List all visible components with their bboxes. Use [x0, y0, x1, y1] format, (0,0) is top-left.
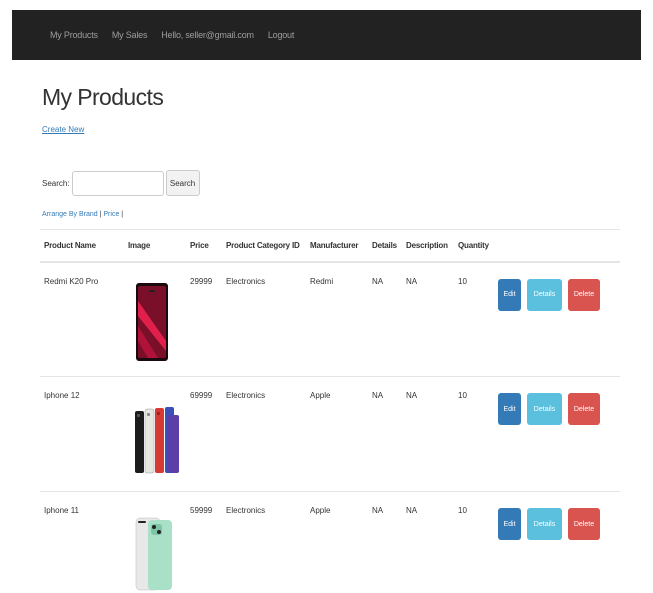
delete-button[interactable]: Delete: [568, 278, 600, 311]
products-table: Product Name Image Price Product Categor…: [40, 229, 620, 593]
cell-image: [124, 261, 186, 377]
red-phone-image: [136, 282, 168, 361]
cell-description: NA: [406, 506, 418, 515]
search-button[interactable]: Search: [165, 170, 200, 196]
search-label: Search:: [42, 178, 70, 188]
cell-manufacturer: Apple: [306, 376, 368, 492]
nav-my-sales[interactable]: My Sales: [112, 30, 148, 40]
search-form: Search: Search: [42, 170, 200, 196]
nav-logout[interactable]: Logout: [268, 30, 295, 40]
column-header-description: Description: [402, 229, 454, 263]
sort-links: Arrange By Brand | Price |: [42, 211, 123, 218]
cell-category: Electronics: [222, 376, 306, 492]
column-header-details: Details: [368, 229, 402, 263]
multi-color-phones-image: [135, 407, 179, 474]
cell-details: NA: [372, 506, 384, 515]
cell-manufacturer: Apple: [310, 506, 331, 515]
cell-category: Electronics: [222, 261, 306, 377]
row-actions: Edit Details Delete: [498, 506, 616, 540]
cell-image: [124, 376, 186, 492]
cell-actions: Edit Details Delete: [494, 492, 620, 593]
cell-description: NA: [402, 376, 454, 492]
cell-actions: Edit Details Delete: [494, 376, 620, 492]
cell-price: 69999: [186, 376, 222, 492]
cell-details: NA: [368, 261, 402, 377]
row-actions: Edit Details Delete: [498, 277, 616, 311]
nav-user-greeting[interactable]: Hello, seller@gmail.com: [161, 30, 254, 40]
cell-product-name: Iphone 12: [40, 376, 124, 492]
cell-price: 59999: [190, 506, 213, 515]
column-header-image: Image: [124, 229, 186, 263]
details-button[interactable]: Details: [527, 278, 562, 311]
cell-product-name: Iphone 11: [44, 506, 79, 515]
table-row: Iphone 11 59999 Electronics Apple NA NA …: [40, 492, 620, 593]
details-button[interactable]: Details: [527, 508, 562, 540]
column-header-price: Price: [186, 229, 222, 263]
cell-quantity: 10: [454, 261, 494, 377]
sort-separator-end: |: [121, 211, 124, 218]
table-row: Redmi K20 Pro 29999 Electronics Redmi NA…: [40, 261, 620, 377]
column-header-actions: [494, 229, 620, 263]
cell-manufacturer: Redmi: [306, 261, 368, 377]
column-header-manufacturer: Manufacturer: [306, 229, 368, 263]
edit-button[interactable]: Edit: [498, 393, 521, 425]
column-header-quantity: Quantity: [454, 229, 494, 263]
cell-quantity: 10: [458, 506, 467, 515]
cell-image: [124, 492, 186, 593]
edit-button[interactable]: Edit: [498, 278, 521, 311]
green-phone-image: [135, 517, 172, 591]
page-title: My Products: [42, 84, 164, 110]
delete-button[interactable]: Delete: [568, 508, 600, 540]
cell-product-name: Redmi K20 Pro: [40, 261, 124, 377]
cell-details: NA: [368, 376, 402, 492]
nav-my-products[interactable]: My Products: [50, 30, 98, 40]
column-header-product-name: Product Name: [40, 229, 124, 263]
details-button[interactable]: Details: [527, 393, 562, 425]
search-input[interactable]: [71, 170, 164, 196]
cell-description: NA: [402, 261, 454, 377]
table-row: Iphone 12 69999 Electronics Apple NA NA …: [40, 376, 620, 492]
edit-button[interactable]: Edit: [498, 508, 521, 540]
row-actions: Edit Details Delete: [498, 391, 616, 425]
cell-price: 29999: [186, 261, 222, 377]
sort-by-price-link[interactable]: Price: [103, 211, 119, 218]
table-header-row: Product Name Image Price Product Categor…: [40, 229, 620, 263]
top-navbar: My Products My Sales Hello, seller@gmail…: [12, 10, 641, 60]
create-new-link[interactable]: Create New: [42, 125, 84, 134]
sort-by-brand-link[interactable]: Arrange By Brand: [42, 211, 98, 218]
column-header-category: Product Category ID: [222, 229, 306, 263]
cell-category: Electronics: [226, 506, 266, 515]
cell-quantity: 10: [454, 376, 494, 492]
cell-actions: Edit Details Delete: [494, 261, 620, 377]
delete-button[interactable]: Delete: [568, 393, 600, 425]
sort-separator: |: [99, 211, 102, 218]
